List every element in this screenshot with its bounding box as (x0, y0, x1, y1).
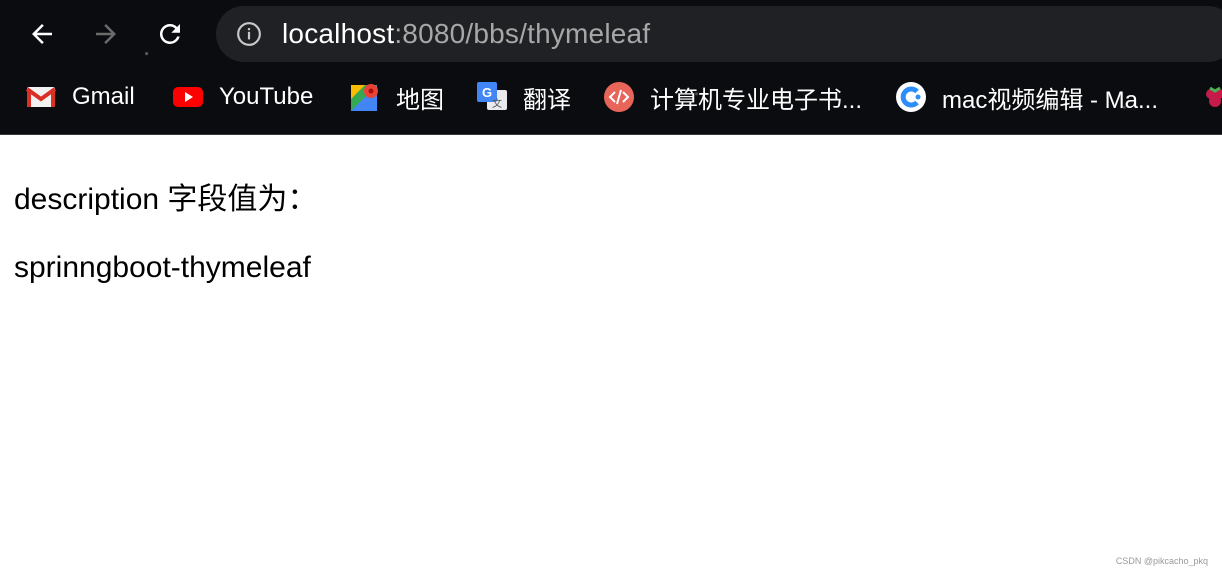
bookmark-label: 计算机专业电子书... (650, 86, 863, 114)
bookmark-label: Gmail (72, 83, 135, 110)
bookmark-raspberry[interactable] (1200, 80, 1222, 114)
description-value: sprinngboot-thymeleaf (14, 251, 311, 284)
url-host: localhost (282, 18, 395, 49)
maps-icon (350, 82, 380, 112)
bookmark-mac-video[interactable]: mac视频编辑 - Ma... (896, 80, 1158, 114)
url-path: :8080/bbs/thymeleaf (394, 18, 651, 49)
description-label: description 字段值为： (14, 183, 318, 216)
forward-button[interactable] (86, 14, 126, 54)
bookmark-label: 地图 (396, 86, 444, 114)
bookmark-translate[interactable]: G文 翻译 (477, 80, 571, 114)
bookmark-label: mac视频编辑 - Ma... (942, 86, 1159, 114)
info-icon[interactable] (236, 21, 262, 47)
reload-icon (159, 23, 180, 44)
reload-button[interactable] (150, 14, 190, 54)
bookmark-maps[interactable]: 地图 (350, 80, 444, 114)
svg-text:G: G (482, 85, 492, 100)
bookmark-label: YouTube (219, 83, 314, 110)
forward-arrow-icon (96, 24, 116, 44)
youtube-icon (173, 82, 203, 112)
browser-chrome: localhost:8080/bbs/thymeleaf Gmail YouTu… (0, 0, 1222, 135)
bookmark-ebooks[interactable]: 计算机专业电子书... (604, 80, 862, 114)
back-arrow-icon (32, 24, 52, 44)
c-logo-icon (896, 82, 926, 112)
code-icon (604, 82, 634, 112)
bookmark-gmail[interactable]: Gmail (26, 80, 135, 114)
gmail-icon (26, 82, 56, 112)
bookmark-youtube[interactable]: YouTube (173, 80, 313, 114)
back-button[interactable] (22, 14, 62, 54)
raspberry-icon (1200, 82, 1222, 112)
translate-icon: G文 (477, 82, 507, 112)
url-text[interactable]: localhost:8080/bbs/thymeleaf (282, 17, 650, 51)
watermark: CSDN @pikcacho_pkq (1115, 556, 1208, 566)
svg-text:文: 文 (492, 97, 502, 110)
bookmark-label: 翻译 (523, 86, 571, 114)
